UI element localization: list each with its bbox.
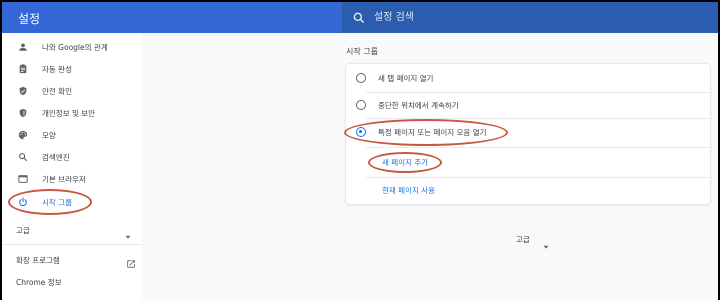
sidebar-item-appearance[interactable]: 모양 <box>2 124 142 146</box>
section-title: 시작 그룹 <box>346 47 378 56</box>
search-icon[interactable] <box>352 10 366 24</box>
sidebar-item-label: 나와 Google의 관계 <box>42 42 108 52</box>
sidebar-item-default-browser[interactable]: 기본 브라우저 <box>2 168 142 190</box>
row-separator <box>366 177 710 178</box>
use-current-pages-link[interactable]: 현재 페이지 사용 <box>382 185 435 196</box>
header-bar: 설정 <box>2 2 718 33</box>
sidebar-item-you-and-google[interactable]: 나와 Google의 관계 <box>2 36 142 58</box>
sidebar-item-extensions[interactable]: 확장 프로그램 <box>16 253 136 268</box>
startup-option-continue[interactable]: 중단한 위치에서 계속하기 <box>346 92 710 118</box>
sidebar-item-label: 기본 브라우저 <box>42 174 86 184</box>
settings-window: 설정 나와 Google의 관계 자동 완성 안전 확인 <box>0 0 720 300</box>
search-input[interactable] <box>374 7 694 27</box>
sidebar-item-label: 모양 <box>42 130 56 140</box>
shield-icon <box>16 84 30 98</box>
sidebar: 나와 Google의 관계 자동 완성 안전 확인 개인정보 및 보안 모양 검… <box>2 33 142 300</box>
sidebar-item-about-chrome[interactable]: Chrome 정보 <box>16 277 62 288</box>
sidebar-item-label: 시작 그룹 <box>42 197 72 207</box>
caret-down-icon <box>124 226 132 239</box>
startup-option-new-tab[interactable]: 새 탭 페이지 열기 <box>346 65 710 91</box>
sidebar-item-safety-check[interactable]: 안전 확인 <box>2 80 142 102</box>
sidebar-item-privacy-security[interactable]: 개인정보 및 보안 <box>2 102 142 124</box>
radio-label: 새 탭 페이지 열기 <box>378 74 434 83</box>
sidebar-item-label: 검색엔진 <box>42 152 70 162</box>
sidebar-divider <box>2 244 142 245</box>
clipboard-icon <box>16 62 30 76</box>
sidebar-advanced-toggle[interactable]: 고급 <box>16 223 136 239</box>
radio-button[interactable] <box>356 100 366 110</box>
add-new-page-link[interactable]: 새 페이지 추가 <box>382 157 428 168</box>
row-separator <box>366 147 710 148</box>
palette-icon <box>16 128 30 142</box>
startup-options-card: 새 탭 페이지 열기 중단한 위치에서 계속하기 특정 페이지 또는 페이지 모… <box>346 64 710 204</box>
power-icon <box>16 195 30 209</box>
sidebar-item-label: 개인정보 및 보안 <box>42 108 96 118</box>
radio-button-checked[interactable] <box>356 127 366 137</box>
startup-option-specific-pages[interactable]: 특정 페이지 또는 페이지 모음 열기 <box>346 119 710 145</box>
sidebar-item-search-engine[interactable]: 검색엔진 <box>2 146 142 168</box>
open-in-new-icon <box>126 254 136 268</box>
extensions-label: 확장 프로그램 <box>16 256 60 265</box>
search-box[interactable] <box>342 2 718 33</box>
sidebar-item-autofill[interactable]: 자동 완성 <box>2 58 142 80</box>
radio-button[interactable] <box>356 73 366 83</box>
main-content: 시작 그룹 새 탭 페이지 열기 중단한 위치에서 계속하기 특정 페이지 또는… <box>142 33 718 300</box>
search-icon <box>16 150 30 164</box>
person-icon <box>16 40 30 54</box>
radio-label: 중단한 위치에서 계속하기 <box>378 101 459 110</box>
sidebar-item-label: 안전 확인 <box>42 86 72 96</box>
advanced-toggle[interactable]: 고급 <box>516 234 530 245</box>
caret-down-icon <box>542 236 550 249</box>
sidebar-item-label: 자동 완성 <box>42 64 72 74</box>
page-title: 설정 <box>18 12 41 26</box>
radio-label: 특정 페이지 또는 페이지 모음 열기 <box>378 128 487 137</box>
advanced-label: 고급 <box>16 226 30 235</box>
shield-lock-icon <box>16 106 30 120</box>
sidebar-item-on-startup[interactable]: 시작 그룹 <box>2 191 142 213</box>
browser-icon <box>16 172 30 186</box>
